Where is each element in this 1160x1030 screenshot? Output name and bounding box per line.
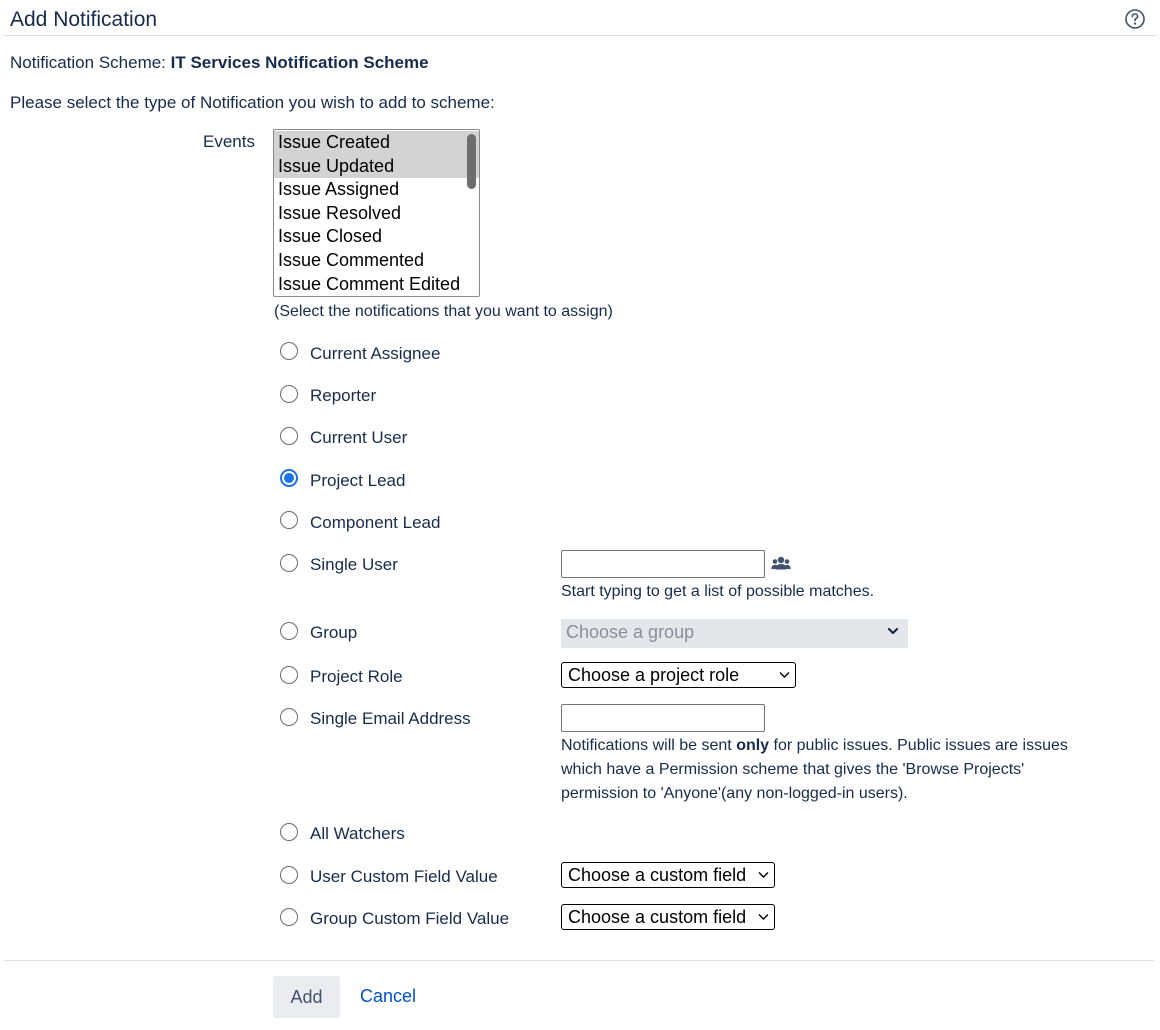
email-note-line-3: permission to 'Anyone'(any non-logged-in… xyxy=(561,785,908,802)
footer-divider xyxy=(4,960,1154,961)
group-custom-field-selected: Choose a custom field xyxy=(568,907,747,927)
radio-group[interactable] xyxy=(280,622,298,640)
label-project-role[interactable]: Project Role xyxy=(310,667,403,687)
event-option[interactable]: Issue Closed xyxy=(274,225,479,249)
label-reporter[interactable]: Reporter xyxy=(310,386,376,406)
chevron-down-icon xyxy=(779,672,790,678)
chevron-down-icon xyxy=(758,914,769,920)
label-component-lead[interactable]: Component Lead xyxy=(310,513,440,533)
label-group[interactable]: Group xyxy=(310,623,357,643)
add-button[interactable]: Add xyxy=(273,976,340,1018)
label-project-lead[interactable]: Project Lead xyxy=(310,471,405,491)
event-option[interactable]: Issue Commented xyxy=(274,249,479,273)
help-circle-icon[interactable] xyxy=(1124,8,1146,30)
group-custom-field-select[interactable]: Choose a custom field xyxy=(561,904,775,930)
email-input[interactable] xyxy=(561,704,765,732)
event-option[interactable]: Issue Created xyxy=(274,131,479,155)
label-current-user[interactable]: Current User xyxy=(310,428,407,448)
user-custom-field-selected: Choose a custom field xyxy=(568,865,747,885)
radio-user-custom-field[interactable] xyxy=(280,866,298,884)
cancel-link[interactable]: Cancel xyxy=(360,986,416,1007)
label-group-custom-field[interactable]: Group Custom Field Value xyxy=(310,909,509,929)
label-single-user[interactable]: Single User xyxy=(310,555,398,575)
email-note-line-2: which have a Permission scheme that give… xyxy=(561,761,1025,778)
project-role-select[interactable]: Choose a project role xyxy=(561,662,796,688)
radio-reporter[interactable] xyxy=(280,385,298,403)
radio-single-user[interactable] xyxy=(280,554,298,572)
radio-single-email[interactable] xyxy=(280,708,298,726)
chevron-down-icon xyxy=(887,627,899,635)
email-note-emphasis: only xyxy=(736,737,770,754)
radio-project-role[interactable] xyxy=(280,666,298,684)
header-divider xyxy=(4,35,1156,36)
email-note-line-1: Notifications will be sent only for publ… xyxy=(561,737,1068,754)
scheme-line: Notification Scheme: IT Services Notific… xyxy=(10,53,429,73)
events-label: Events xyxy=(203,132,255,151)
event-option[interactable]: Issue Comment Edited xyxy=(274,273,479,296)
scheme-name: IT Services Notification Scheme xyxy=(170,53,429,72)
group-select[interactable]: Choose a group xyxy=(561,619,908,648)
user-custom-field-select[interactable]: Choose a custom field xyxy=(561,862,775,888)
events-hint: (Select the notifications that you want … xyxy=(274,303,613,320)
email-note: Notifications will be sent only for publ… xyxy=(561,734,1141,806)
page-title: Add Notification xyxy=(10,8,158,31)
events-listbox[interactable]: Issue Created Issue Updated Issue Assign… xyxy=(273,129,480,297)
group-select-placeholder: Choose a group xyxy=(566,622,695,642)
single-user-hint: Start typing to get a list of possible m… xyxy=(561,583,875,600)
single-user-input[interactable] xyxy=(561,550,765,578)
intro-text: Please select the type of Notification y… xyxy=(10,93,495,112)
chevron-down-icon xyxy=(758,872,769,878)
events-scrollbar[interactable] xyxy=(467,134,476,189)
radio-current-assignee[interactable] xyxy=(280,342,298,360)
radio-all-watchers[interactable] xyxy=(280,823,298,841)
users-icon[interactable] xyxy=(771,555,791,573)
project-role-selected: Choose a project role xyxy=(568,665,740,685)
event-option[interactable]: Issue Assigned xyxy=(274,178,479,202)
label-all-watchers[interactable]: All Watchers xyxy=(310,824,405,844)
label-single-email[interactable]: Single Email Address xyxy=(310,709,471,729)
event-option[interactable]: Issue Resolved xyxy=(274,202,479,226)
scheme-label: Notification Scheme: xyxy=(10,53,171,72)
label-user-custom-field[interactable]: User Custom Field Value xyxy=(310,867,498,887)
radio-group-custom-field[interactable] xyxy=(280,908,298,926)
event-option[interactable]: Issue Updated xyxy=(274,154,479,179)
radio-component-lead[interactable] xyxy=(280,511,298,529)
radio-project-lead[interactable] xyxy=(280,469,298,487)
label-current-assignee[interactable]: Current Assignee xyxy=(310,344,440,364)
radio-current-user[interactable] xyxy=(280,427,298,445)
